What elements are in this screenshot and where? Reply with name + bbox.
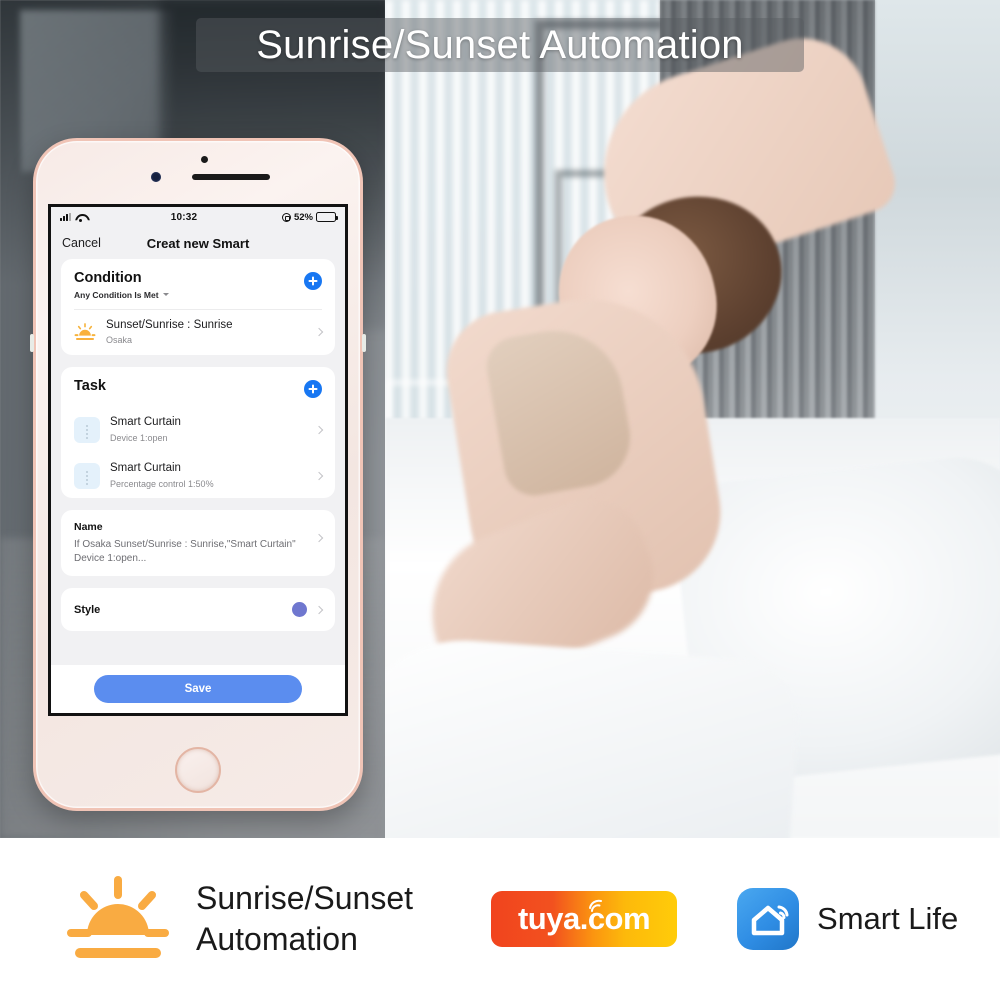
nav-bar: Cancel Creat new Smart [51, 227, 345, 259]
chevron-right-icon [314, 328, 324, 337]
add-condition-button[interactable] [304, 272, 322, 290]
task-row-1[interactable]: Smart Curtain Device 1:open [61, 407, 335, 453]
task-row-title: Smart Curtain [110, 461, 181, 474]
task-row-subtitle: Percentage control 1:50% [110, 478, 214, 489]
status-bar-right: 52% [281, 211, 338, 223]
blanket [385, 632, 803, 838]
phone-side-nub-right [362, 334, 366, 352]
curtain-icon [74, 417, 100, 444]
task-header: Task [61, 367, 335, 407]
chevron-right-icon [314, 425, 324, 435]
chevron-right-icon [314, 605, 324, 615]
tuya-logo-text: tuya.com [517, 901, 651, 937]
condition-card: Condition Any Condition Is Met Sunset/Su… [61, 259, 335, 356]
add-task-button[interactable] [304, 380, 322, 399]
proximity-sensor-icon [201, 156, 208, 163]
footer-feature: Sunrise/Sunset Automation [62, 873, 413, 965]
cellular-signal-icon [60, 213, 71, 221]
status-bar-time: 10:32 [170, 211, 198, 223]
name-text: Name If Osaka Sunset/Sunrise : Sunrise,"… [74, 521, 308, 565]
condition-header-text: Condition Any Condition Is Met [74, 270, 304, 300]
hero-image: Sunrise/Sunset Automation 10:32 52% Canc… [0, 0, 1000, 838]
name-value: If Osaka Sunset/Sunrise : Sunrise,"Smart… [74, 539, 296, 564]
save-bar: Save [51, 665, 345, 713]
name-card[interactable]: Name If Osaka Sunset/Sunrise : Sunrise,"… [61, 510, 335, 577]
wifi-icon [75, 213, 86, 222]
battery-icon [316, 212, 338, 222]
task-title: Task [74, 378, 106, 395]
chevron-down-icon [162, 292, 169, 296]
chevron-right-icon [314, 471, 324, 480]
sunrise-icon [74, 323, 96, 341]
earpiece-speaker [192, 174, 270, 180]
footer-bar: Sunrise/Sunset Automation tuya.com Smart… [0, 838, 1000, 1000]
smart-life-house-icon [737, 888, 800, 950]
smart-life-label: Smart Life [817, 901, 959, 936]
phone-side-nub-left [30, 334, 34, 352]
front-camera-icon [151, 172, 161, 182]
status-bar: 10:32 52% [51, 207, 345, 227]
name-label: Name [74, 521, 103, 534]
condition-mode-selector[interactable]: Any Condition Is Met [74, 290, 304, 300]
task-row-text: Smart Curtain Percentage control 1:50% [110, 462, 306, 490]
condition-title: Condition [74, 270, 142, 286]
curtain-icon [74, 462, 100, 489]
sunrise-logo-icon [62, 873, 174, 965]
hero-title-banner: Sunrise/Sunset Automation [196, 18, 804, 72]
hero-right-scene [385, 0, 1000, 838]
app-content: Condition Any Condition Is Met Sunset/Su… [51, 259, 345, 632]
condition-header: Condition Any Condition Is Met [61, 259, 335, 309]
hero-title: Sunrise/Sunset Automation [256, 23, 744, 67]
task-row-2[interactable]: Smart Curtain Percentage control 1:50% [61, 453, 335, 499]
style-label: Style [74, 603, 101, 616]
home-button[interactable] [175, 747, 221, 793]
tuya-logo: tuya.com [491, 891, 678, 947]
chevron-right-icon [314, 534, 324, 543]
phone-screen: 10:32 52% Cancel Creat new Smart Conditi… [48, 204, 348, 716]
cancel-button[interactable]: Cancel [62, 236, 101, 250]
footer-feature-title-line2: Automation [196, 921, 358, 957]
condition-row-text: Sunset/Sunrise : Sunrise Osaka [106, 319, 306, 347]
condition-row-subtitle: Osaka [106, 335, 133, 346]
status-bar-left [60, 213, 86, 222]
task-row-subtitle: Device 1:open [110, 433, 168, 444]
tuya-word: tuya [517, 901, 580, 936]
task-row-title: Smart Curtain [110, 416, 181, 429]
task-row-text: Smart Curtain Device 1:open [110, 416, 306, 444]
task-header-text: Task [74, 378, 304, 395]
phone-mockup: 10:32 52% Cancel Creat new Smart Conditi… [30, 138, 366, 811]
style-color-swatch[interactable] [292, 602, 307, 618]
footer-feature-title: Sunrise/Sunset Automation [196, 878, 413, 960]
condition-row-title: Sunset/Sunrise : Sunrise [106, 318, 233, 331]
promo-page: Sunrise/Sunset Automation 10:32 52% Canc… [0, 0, 1000, 1000]
task-card: Task Smart Curtain Device 1:open Smart C… [61, 367, 335, 499]
battery-percent-label: 52% [293, 211, 313, 223]
condition-row-sunrise[interactable]: Sunset/Sunrise : Sunrise Osaka [61, 310, 335, 356]
rotation-lock-icon [281, 212, 291, 222]
tuya-logo-badge: tuya.com [491, 891, 678, 947]
condition-mode-label: Any Condition Is Met [74, 289, 159, 300]
tuya-wifi-icon [589, 899, 603, 912]
footer-feature-title-line1: Sunrise/Sunset [196, 880, 414, 917]
style-card[interactable]: Style [61, 588, 335, 632]
save-button[interactable]: Save [94, 675, 302, 703]
smart-life-brand: Smart Life [737, 888, 958, 950]
